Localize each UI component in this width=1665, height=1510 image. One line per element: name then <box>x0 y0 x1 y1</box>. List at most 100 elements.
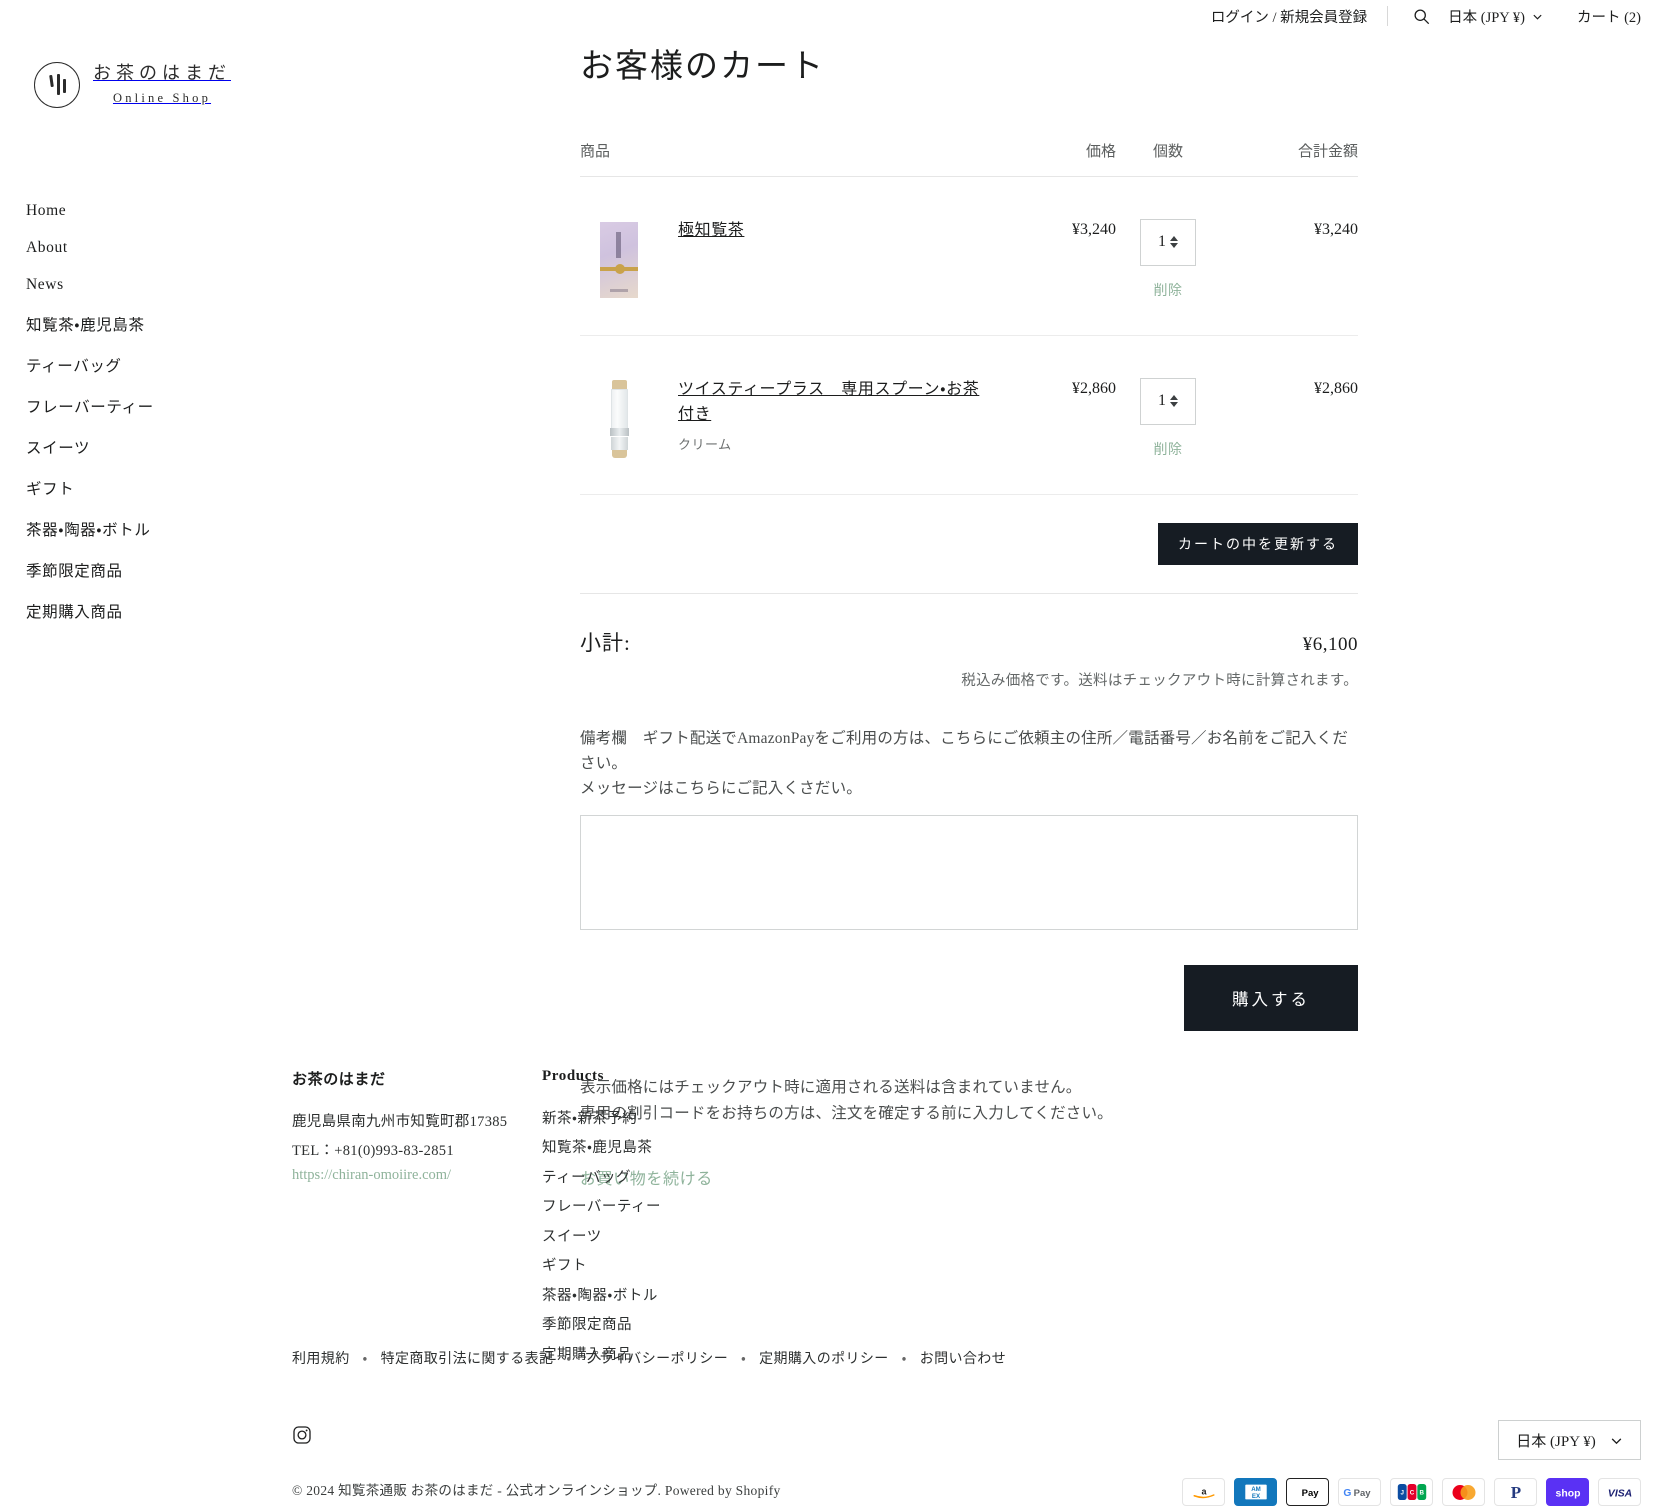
footer-link-shincha[interactable]: 新茶・新茶予約 <box>542 1104 802 1134</box>
topbar-divider <box>1387 6 1389 26</box>
product-title-link[interactable]: ツイスティープラス 専用スプーン・お茶付き <box>678 378 988 428</box>
copyright-shop-link[interactable]: 知覧茶通販 お茶のはまだ - 公式オンラインショップ <box>338 1483 657 1498</box>
footer-policy-links: 利用規約 ・ 特定商取引法に関する表記 ・ プライバシーポリシー ・ 定期購入の… <box>292 1348 1006 1368</box>
product-title-link[interactable]: 極知覧茶 <box>678 219 744 244</box>
sidebar-item-flavor-tea[interactable]: フレーバーティー <box>26 385 154 426</box>
update-cart-button[interactable]: カートの中を更新する <box>1158 522 1358 565</box>
checkout-button[interactable]: 購入する <box>1184 965 1358 1032</box>
sidebar-item-subscription[interactable]: 定期購入商品 <box>26 590 154 631</box>
product-thumbnail-tea-box[interactable] <box>580 218 658 301</box>
visa-icon: VISA <box>1598 1478 1641 1506</box>
svg-text:J: J <box>1400 1490 1404 1497</box>
utility-bar: ログイン / 新規会員登録 日本 (JPY ¥) カート (2) <box>0 0 1665 32</box>
footer-brand-heading: お茶のはまだ <box>292 1072 386 1088</box>
policy-link-tokushoho[interactable]: 特定商取引法に関する表記 <box>381 1352 554 1367</box>
login-register-link[interactable]: ログイン / 新規会員登録 <box>1211 6 1367 27</box>
product-thumbnail-tea-bottle[interactable] <box>580 377 658 460</box>
chevron-down-icon <box>1611 1437 1622 1444</box>
footer-link-seasonal[interactable]: 季節限定商品 <box>542 1311 802 1341</box>
quantity-stepper[interactable]: 1 <box>1140 377 1196 425</box>
remove-item-link[interactable]: 削除 <box>1154 439 1183 459</box>
svg-text:shop: shop <box>1555 1488 1580 1499</box>
column-header-product: 商品 <box>580 143 611 160</box>
currency-selector-bottom[interactable]: 日本 (JPY ¥) <box>1498 1420 1641 1460</box>
sidebar-item-news[interactable]: News <box>26 266 154 303</box>
subtotal-row: 小計: ¥6,100 <box>580 594 1358 657</box>
copyright-suffix: . Powered by Shopify <box>657 1483 781 1498</box>
cart-table-header: 商品 価格 個数 合計金額 <box>580 140 1358 177</box>
footer-link-sweets[interactable]: スイーツ <box>542 1222 802 1252</box>
svg-text:P: P <box>1510 1483 1520 1502</box>
sidebar-item-about[interactable]: About <box>26 229 154 266</box>
policy-link-privacy[interactable]: プライバシーポリシー <box>584 1352 728 1367</box>
table-row: ツイスティープラス 専用スプーン・お茶付き クリーム ¥2,860 1 削除 ¥… <box>580 336 1358 495</box>
policy-separator: ・ <box>566 1352 572 1367</box>
cart-link[interactable]: カート (2) <box>1577 6 1641 27</box>
table-row: 極知覧茶 ¥3,240 1 削除 ¥3,240 <box>580 177 1358 336</box>
sidebar-item-teaware[interactable]: 茶器・陶器・ボトル <box>26 508 154 549</box>
quantity-value: 1 <box>1158 233 1166 251</box>
product-variant: クリーム <box>678 437 732 453</box>
cart-page: ログイン / 新規会員登録 日本 (JPY ¥) カート (2) お茶のはまだ … <box>0 0 1665 1510</box>
svg-text:G: G <box>1343 1488 1351 1499</box>
cart-item-price: ¥2,860 <box>1072 379 1116 397</box>
svg-text:C: C <box>1409 1490 1414 1497</box>
logo-mark-icon <box>34 62 80 108</box>
quantity-value: 1 <box>1158 392 1166 410</box>
column-header-total: 合計金額 <box>1297 143 1358 160</box>
sidebar-item-seasonal[interactable]: 季節限定商品 <box>26 549 154 590</box>
svg-text:a: a <box>1201 1486 1207 1496</box>
footer-link-gift[interactable]: ギフト <box>542 1252 802 1282</box>
logo-text-sub: Online Shop <box>112 91 212 105</box>
site-logo[interactable]: お茶のはまだ Online Shop <box>34 62 231 108</box>
order-note-label-line1: 備考欄 ギフト配送でAmazonPayをご利用の方は、こちらにご依頼主の住所／電… <box>580 729 1349 772</box>
svg-text:EX: EX <box>1251 1493 1260 1500</box>
footer-link-teaware[interactable]: 茶器・陶器・ボトル <box>542 1281 802 1311</box>
jcb-icon: J C B <box>1390 1478 1433 1506</box>
logo-text-main: お茶のはまだ <box>93 63 231 83</box>
instagram-icon[interactable] <box>292 1425 312 1445</box>
quantity-spinner-icon[interactable] <box>1170 395 1178 408</box>
cart-item-quantity-cell: 1 削除 <box>1116 218 1208 300</box>
cart-item-line-total: ¥2,860 <box>1314 379 1358 397</box>
remove-item-link[interactable]: 削除 <box>1154 280 1183 300</box>
footer-link-chiran-tea[interactable]: 知覧茶・鹿児島茶 <box>542 1134 802 1164</box>
policy-link-subscription[interactable]: 定期購入のポリシー <box>759 1352 889 1367</box>
tax-note: 税込み価格です。送料はチェックアウト時に計算されます。 <box>961 672 1358 689</box>
sidebar-item-gift[interactable]: ギフト <box>26 467 154 508</box>
footer-address: 鹿児島県南九州市知覧町郡17385 <box>292 1114 508 1130</box>
search-icon[interactable] <box>1408 3 1434 29</box>
sidebar-item-sweets[interactable]: スイーツ <box>26 426 154 467</box>
footer-website-link[interactable]: https://chiran-omoiire.com/ <box>292 1167 451 1183</box>
sidebar-item-teabag[interactable]: ティーバッグ <box>26 344 154 385</box>
sidebar-item-home[interactable]: Home <box>26 192 154 229</box>
copyright-year: © 2024 <box>292 1483 335 1498</box>
cart-item-quantity-cell: 1 削除 <box>1116 377 1208 459</box>
quantity-spinner-icon[interactable] <box>1170 236 1178 249</box>
column-header-price: 価格 <box>1085 143 1116 160</box>
footer-link-teabag[interactable]: ティーバッグ <box>542 1163 802 1193</box>
policy-link-contact[interactable]: お問い合わせ <box>920 1352 1006 1367</box>
policy-separator: ・ <box>362 1352 368 1367</box>
mastercard-icon <box>1442 1478 1485 1506</box>
currency-selector-top[interactable]: 日本 (JPY ¥) <box>1448 6 1543 27</box>
quantity-stepper[interactable]: 1 <box>1140 218 1196 266</box>
subtotal-value: ¥6,100 <box>1302 633 1358 655</box>
sidebar-item-chiran-tea[interactable]: 知覧茶・鹿児島茶 <box>26 303 154 344</box>
cart-item-info: 極知覧茶 <box>678 219 744 301</box>
footer-link-flavor-tea[interactable]: フレーバーティー <box>542 1193 802 1223</box>
cart-item-product: ツイスティープラス 専用スプーン・お茶付き クリーム <box>580 377 996 460</box>
column-header-quantity: 個数 <box>1152 143 1183 160</box>
footer-products-heading: Products <box>542 1068 605 1084</box>
order-note-input[interactable] <box>580 815 1358 931</box>
order-note-label-line2: メッセージはこちらにご記入くさだい。 <box>580 780 862 798</box>
footer-columns: お茶のはまだ 鹿児島県南九州市知覧町郡17385 TEL：+81(0)993-8… <box>24 1068 1641 1370</box>
footer-brand-column: お茶のはまだ 鹿児島県南九州市知覧町郡17385 TEL：+81(0)993-8… <box>292 1068 542 1370</box>
apple-pay-icon: Pay <box>1286 1478 1329 1506</box>
checkout-row: 購入する <box>580 965 1358 1032</box>
sidebar-nav: Home About News 知覧茶・鹿児島茶 ティーバッグ フレーバーティー… <box>26 192 154 631</box>
logo-text: お茶のはまだ Online Shop <box>93 63 231 106</box>
tea-box-icon <box>600 221 638 298</box>
order-note-label: 備考欄 ギフト配送でAmazonPayをご利用の方は、こちらにご依頼主の住所／電… <box>580 726 1358 801</box>
policy-link-terms[interactable]: 利用規約 <box>292 1352 350 1367</box>
